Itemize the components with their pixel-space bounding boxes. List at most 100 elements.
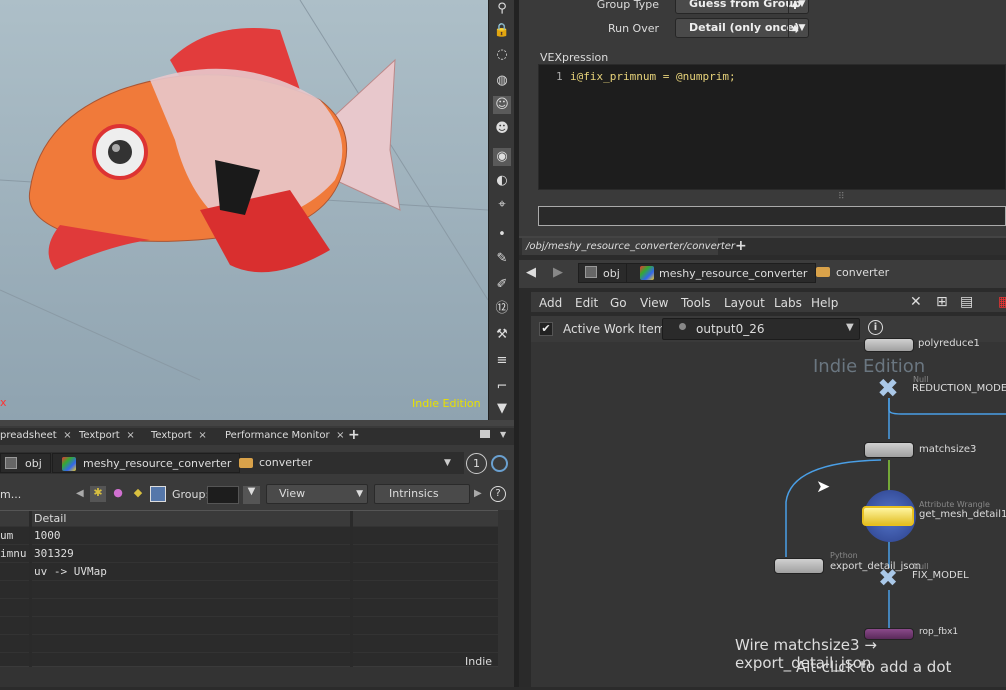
table-row[interactable]: imnu 301329 — [0, 545, 498, 563]
indie-edition-watermark-net: Indie Edition — [813, 356, 926, 377]
tab-performance-monitor[interactable]: Performance Monitor × — [225, 430, 345, 444]
chevron-down-icon: ▼ — [846, 322, 854, 333]
row-name: imnu — [0, 547, 27, 560]
wire-hint-line2: Alt-click to add a dot — [796, 658, 952, 676]
view-dropdown[interactable]: View ▼ — [266, 484, 368, 504]
vertical-splitter-top[interactable] — [514, 0, 519, 420]
menu-help[interactable]: Help — [811, 296, 838, 310]
skull-icon[interactable]: ☻ — [493, 120, 511, 138]
group-label: Group: — [172, 488, 210, 501]
paint-icon[interactable]: ⚒ — [493, 326, 511, 344]
grid-icon[interactable]: ▦ — [998, 294, 1006, 310]
menu-view[interactable]: View — [640, 296, 668, 310]
points-icon[interactable]: ✱ — [90, 486, 106, 502]
brush-icon[interactable]: ✐ — [493, 276, 511, 294]
menu-edit[interactable]: Edit — [575, 296, 598, 310]
node-python-type: Python — [830, 551, 858, 560]
info-icon[interactable]: i — [868, 320, 883, 335]
column-divider[interactable] — [29, 511, 32, 667]
resize-handle-icon[interactable]: ⠿ — [838, 192, 845, 202]
add-lower-tab-button[interactable]: + — [348, 427, 360, 443]
horizontal-scrollbar[interactable] — [0, 667, 514, 687]
wrench-icon[interactable]: ✕ — [910, 294, 922, 310]
menu-labs[interactable]: Labs — [774, 296, 802, 310]
lock-icon[interactable]: 🔒 — [493, 22, 511, 40]
ghost-icon[interactable]: ☺ — [493, 96, 511, 114]
chevron-updown-icon: ▲▼ — [788, 0, 808, 13]
eye-icon[interactable]: ◐ — [493, 172, 511, 190]
active-work-item-label: Active Work Item: — [563, 322, 670, 336]
null-node-fix-icon[interactable]: ✖ — [871, 566, 905, 590]
tab-textport-1[interactable]: Textport × — [79, 430, 135, 444]
crumb-meshy-resource-converter[interactable]: meshy_resource_converter — [626, 263, 817, 283]
vertical-scrollbar[interactable] — [498, 510, 514, 670]
list-icon[interactable]: ▤ — [960, 294, 973, 310]
table-row[interactable]: um 1000 — [0, 527, 498, 545]
back-arrow-icon[interactable]: ◀ — [526, 265, 536, 280]
triangle-right-icon[interactable]: ▶ — [474, 488, 482, 499]
add-tab-button[interactable]: + — [735, 238, 747, 254]
camera-icon[interactable]: ◉ — [493, 148, 511, 166]
tab-spreadsheet[interactable]: preadsheet × — [0, 430, 72, 444]
close-icon: × — [198, 430, 207, 441]
pin-badge[interactable]: 1 — [466, 453, 487, 474]
snap-icon[interactable]: ⌖ — [493, 196, 511, 214]
pencil-icon[interactable]: ✎ — [493, 250, 511, 268]
menu-add[interactable]: Add — [539, 296, 562, 310]
close-icon: × — [63, 430, 72, 441]
light-icon[interactable]: ◌ — [493, 46, 511, 64]
menu-layout[interactable]: Layout — [724, 296, 765, 310]
node-matchsize[interactable] — [864, 442, 914, 458]
table-row — [0, 617, 498, 635]
intrinsics-dropdown[interactable]: Intrinsics — [374, 484, 470, 504]
column-divider[interactable] — [350, 511, 353, 667]
vex-output-field[interactable] — [538, 206, 1006, 226]
help-icon[interactable]: ? — [490, 486, 506, 502]
node-name-label: m... — [0, 488, 22, 501]
group-type-label: Group Type — [596, 0, 659, 11]
layer-icon[interactable]: ≡ — [493, 352, 511, 370]
triangle-left-icon[interactable]: ◀ — [76, 488, 84, 499]
null-node-icon[interactable]: ✖ — [871, 376, 905, 402]
subnet-icon — [816, 267, 830, 277]
vertex-icon[interactable]: ● — [110, 486, 126, 502]
scene-viewport[interactable]: x Indie Edition — [0, 0, 488, 420]
select-tool-icon[interactable]: ⚲ — [493, 0, 511, 18]
menu-tools[interactable]: Tools — [681, 296, 711, 310]
detail-icon[interactable] — [150, 486, 166, 502]
table-row — [0, 581, 498, 599]
node-wrangle[interactable] — [862, 506, 914, 526]
group-input[interactable] — [207, 486, 239, 504]
geometry-icon — [62, 457, 76, 471]
vex-code-line[interactable]: i@fix_primnum = @numprim; — [570, 70, 736, 83]
pane-layout-icon[interactable] — [480, 430, 490, 438]
number-icon[interactable]: ⑫ — [493, 300, 511, 318]
sphere-icon[interactable]: ◍ — [493, 72, 511, 90]
link-icon[interactable] — [491, 455, 508, 472]
menu-go[interactable]: Go — [610, 296, 627, 310]
active-work-item-checkbox[interactable]: ✔ — [539, 322, 553, 336]
pane-menu-icon[interactable]: ▼ — [500, 430, 506, 439]
node-polyreduce[interactable] — [864, 338, 914, 352]
vertical-splitter[interactable] — [514, 420, 519, 687]
close-icon: × — [126, 430, 135, 441]
forward-arrow-icon[interactable]: ▶ — [553, 265, 563, 280]
tab-textport-2[interactable]: Textport × — [151, 430, 207, 444]
network-tab[interactable]: /obj/meshy_resource_converter/converter — [522, 238, 735, 255]
primitive-icon[interactable]: ◆ — [130, 486, 146, 502]
dot-icon[interactable]: • — [493, 226, 511, 244]
corner-icon[interactable]: ⌐ — [493, 378, 511, 396]
crumb-converter[interactable]: converter — [836, 263, 889, 283]
filter-icon[interactable]: ▼ — [243, 486, 260, 504]
expand-down-icon[interactable]: ▼ — [493, 400, 511, 418]
lower-crumb-meshy[interactable]: meshy_resource_converter — [52, 453, 241, 473]
group-type-dropdown[interactable]: Guess from Group ▲▼ — [675, 0, 809, 14]
table-row[interactable]: uv -> UVMap — [0, 563, 498, 581]
column-header-detail[interactable]: Detail — [34, 512, 66, 525]
chevron-down-icon[interactable]: ▼ — [444, 458, 451, 468]
tree-icon[interactable]: ⊞ — [936, 294, 948, 310]
node-python-export[interactable] — [774, 558, 824, 574]
node-fix-label: FIX_MODEL — [912, 570, 969, 581]
run-over-dropdown[interactable]: Detail (only once) ▲▼ — [675, 18, 809, 38]
lower-crumb-converter[interactable]: converter — [259, 453, 312, 473]
